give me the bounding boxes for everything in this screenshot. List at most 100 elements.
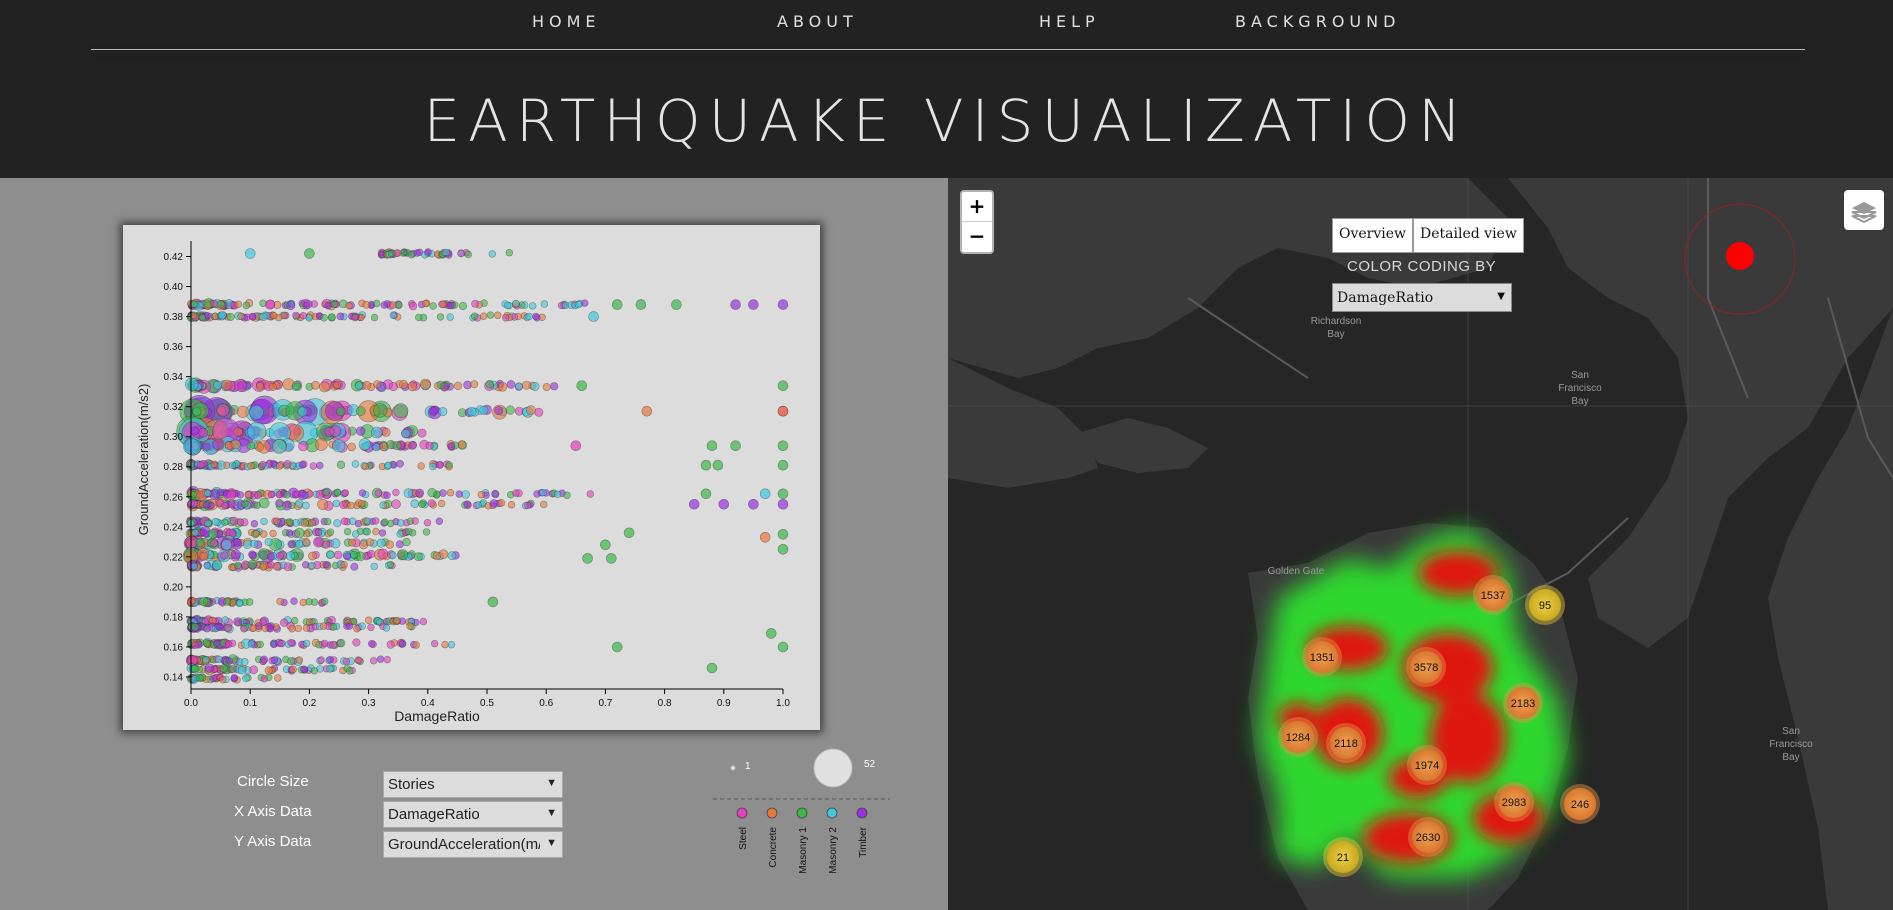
scatter-point[interactable]: [317, 656, 325, 664]
scatter-point[interactable]: [250, 520, 259, 528]
scatter-point[interactable]: [362, 300, 371, 309]
scatter-point[interactable]: [242, 674, 250, 683]
scatter-point[interactable]: [466, 406, 477, 417]
color-coding-select[interactable]: DamageRatio ▼: [1332, 283, 1512, 312]
scatter-point[interactable]: [376, 655, 385, 663]
scatter-point[interactable]: [506, 380, 516, 389]
scatter-point[interactable]: [582, 553, 593, 564]
scatter-point[interactable]: [671, 299, 682, 310]
scatter-point[interactable]: [315, 438, 328, 451]
scatter-point[interactable]: [276, 597, 284, 606]
scatter-point[interactable]: [267, 561, 275, 569]
scatter-point[interactable]: [381, 518, 389, 526]
scatter-point[interactable]: [512, 489, 520, 497]
scatter-point[interactable]: [418, 500, 426, 508]
scatter-point[interactable]: [429, 462, 437, 471]
scatter-point[interactable]: [350, 562, 359, 571]
scatter-point[interactable]: [204, 519, 212, 528]
scatter-point[interactable]: [382, 624, 391, 632]
scatter-point[interactable]: [386, 560, 395, 569]
scatter-point[interactable]: [294, 527, 305, 539]
nav-background[interactable]: BACKGROUND: [1235, 12, 1400, 31]
scatter-point[interactable]: [343, 552, 352, 561]
scatter-point[interactable]: [295, 656, 304, 664]
scatter-point[interactable]: [333, 380, 342, 389]
scatter-point[interactable]: [310, 667, 319, 675]
scatter-point[interactable]: [343, 527, 352, 536]
scatter-point[interactable]: [361, 462, 370, 471]
scatter-point[interactable]: [245, 598, 254, 606]
scatter-point[interactable]: [718, 498, 730, 510]
scatter-point[interactable]: [435, 517, 443, 525]
scatter-point[interactable]: [202, 442, 211, 451]
scatter-point[interactable]: [367, 623, 375, 632]
scatter-point[interactable]: [191, 641, 199, 649]
scatter-point[interactable]: [198, 596, 209, 607]
scatter-point[interactable]: [227, 500, 236, 509]
scatter-point[interactable]: [600, 539, 611, 551]
scatter-point[interactable]: [371, 426, 383, 439]
scatter-point[interactable]: [370, 313, 379, 322]
scatter-point[interactable]: [271, 439, 287, 454]
scatter-point[interactable]: [380, 301, 388, 309]
scatter-point[interactable]: [408, 301, 418, 311]
scatter-point[interactable]: [441, 640, 449, 649]
scatter-point[interactable]: [373, 403, 388, 418]
scatter-point[interactable]: [276, 551, 285, 560]
scatter-point[interactable]: [223, 597, 232, 606]
scatter-point[interactable]: [286, 300, 296, 311]
scatter-point[interactable]: [706, 440, 718, 451]
scatter-point[interactable]: [209, 674, 218, 683]
scatter-point[interactable]: [320, 639, 329, 648]
scatter-point[interactable]: [486, 311, 495, 319]
scatter-point[interactable]: [299, 598, 308, 607]
scatter-point[interactable]: [532, 312, 540, 321]
scatter-point[interactable]: [326, 665, 334, 673]
scatter-point[interactable]: [228, 664, 237, 673]
scatter-point[interactable]: [471, 299, 480, 308]
scatter-point[interactable]: [351, 460, 360, 468]
scatter-point[interactable]: [196, 674, 204, 682]
scatter-point[interactable]: [240, 625, 248, 633]
scatter-point[interactable]: [286, 518, 294, 526]
scatter-point[interactable]: [309, 462, 318, 470]
scatter-point[interactable]: [428, 406, 438, 416]
scatter-point[interactable]: [777, 405, 789, 417]
scatter-point[interactable]: [419, 378, 431, 390]
scatter-point[interactable]: [351, 313, 359, 322]
scatter-point[interactable]: [295, 539, 304, 548]
scatter-point[interactable]: [225, 657, 233, 665]
scatter-point[interactable]: [367, 639, 376, 648]
scatter-point[interactable]: [260, 517, 268, 526]
scatter-point[interactable]: [190, 664, 200, 674]
scatter-point[interactable]: [259, 530, 268, 538]
scatter-point[interactable]: [218, 311, 227, 320]
scatter-point[interactable]: [389, 311, 398, 319]
scatter-point[interactable]: [297, 406, 308, 417]
scatter-point[interactable]: [385, 540, 395, 549]
scatter-point[interactable]: [211, 517, 220, 526]
scatter-point[interactable]: [242, 301, 251, 310]
scatter-point[interactable]: [436, 461, 444, 469]
scatter-point[interactable]: [388, 249, 396, 258]
scatter-point[interactable]: [362, 380, 372, 390]
scatter-point[interactable]: [198, 427, 208, 438]
scatter-point[interactable]: [234, 561, 242, 570]
scatter-point[interactable]: [297, 490, 308, 501]
scatter-point[interactable]: [233, 427, 243, 437]
scatter-point[interactable]: [413, 552, 423, 561]
scatter-point[interactable]: [367, 549, 376, 559]
scatter-point[interactable]: [322, 488, 330, 497]
scatter-point[interactable]: [522, 380, 532, 390]
scatter-point[interactable]: [611, 641, 623, 653]
scatter-point[interactable]: [437, 499, 446, 508]
scatter-point[interactable]: [283, 460, 292, 469]
scatter-point[interactable]: [423, 519, 432, 527]
scatter-point[interactable]: [256, 640, 264, 649]
scatter-point[interactable]: [424, 248, 432, 256]
scatter-point[interactable]: [479, 405, 489, 415]
scatter-point[interactable]: [250, 539, 259, 548]
scatter-point[interactable]: [777, 488, 789, 500]
scatter-point[interactable]: [411, 517, 419, 525]
scatter-point[interactable]: [365, 538, 374, 547]
